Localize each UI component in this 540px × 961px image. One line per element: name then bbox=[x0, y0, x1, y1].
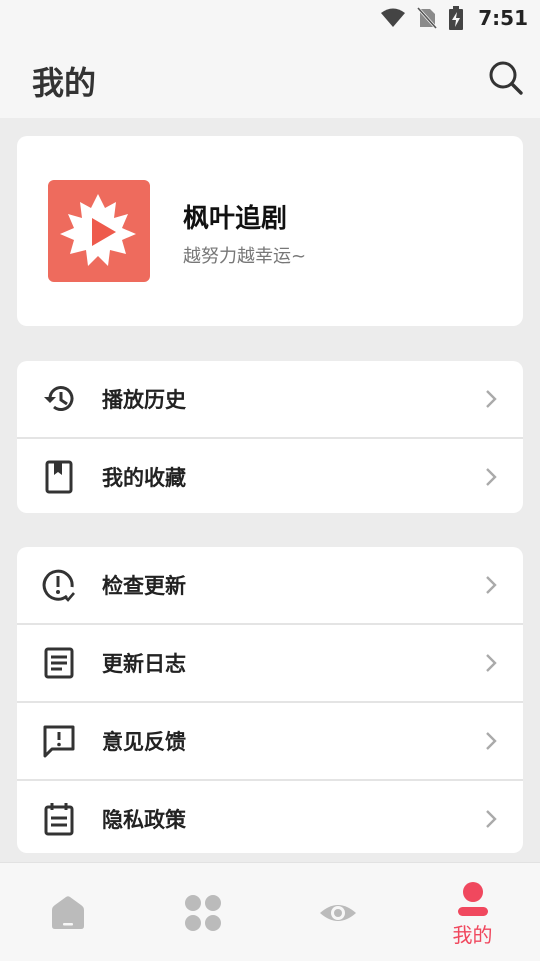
feedback-icon bbox=[43, 725, 75, 758]
menu-item-check-update[interactable]: 检查更新 bbox=[17, 547, 523, 623]
page-title: 我的 bbox=[32, 64, 97, 102]
battery-charging-icon bbox=[449, 6, 464, 30]
document-icon bbox=[44, 647, 74, 679]
wifi-icon bbox=[381, 8, 406, 27]
chevron-right-icon bbox=[486, 576, 497, 594]
menu-item-changelog[interactable]: 更新日志 bbox=[17, 623, 523, 701]
nav-tab-mine[interactable]: 我的 bbox=[405, 863, 540, 961]
menu-label: 更新日志 bbox=[102, 652, 186, 676]
menu-item-play-history[interactable]: 播放历史 bbox=[17, 361, 523, 437]
maple-leaf-play-icon bbox=[60, 194, 136, 266]
menu-group-history: 播放历史 我的收藏 bbox=[17, 361, 523, 513]
apps-icon bbox=[185, 895, 221, 931]
app-logo bbox=[48, 180, 150, 282]
update-check-icon bbox=[42, 569, 75, 602]
chevron-right-icon bbox=[486, 390, 497, 408]
nav-tab-label: 我的 bbox=[452, 923, 493, 947]
no-sim-icon bbox=[417, 6, 438, 30]
bookmark-icon bbox=[45, 460, 73, 494]
menu-label: 我的收藏 bbox=[102, 466, 186, 490]
status-time: 7:51 bbox=[478, 6, 528, 30]
menu-label: 播放历史 bbox=[102, 388, 186, 412]
search-icon bbox=[489, 61, 523, 95]
menu-item-feedback[interactable]: 意见反馈 bbox=[17, 701, 523, 779]
app-name: 枫叶追剧 bbox=[183, 204, 288, 234]
chevron-right-icon bbox=[486, 810, 497, 828]
menu-group-app: 检查更新 更新日志 意见反馈 隐私政策 bbox=[17, 547, 523, 853]
chevron-right-icon bbox=[486, 732, 497, 750]
nav-tab-categories[interactable] bbox=[135, 863, 270, 961]
profile-icon bbox=[458, 882, 488, 916]
nav-tab-home[interactable] bbox=[0, 863, 135, 961]
eye-icon bbox=[320, 905, 356, 921]
menu-label: 检查更新 bbox=[102, 574, 186, 598]
profile-card[interactable]: 枫叶追剧 越努力越幸运~ bbox=[17, 136, 523, 326]
menu-item-favorites[interactable]: 我的收藏 bbox=[17, 437, 523, 515]
menu-item-privacy-policy[interactable]: 隐私政策 bbox=[17, 779, 523, 857]
menu-label: 意见反馈 bbox=[102, 730, 186, 754]
history-icon bbox=[44, 386, 74, 411]
home-icon bbox=[52, 896, 84, 929]
bottom-nav: 我的 bbox=[0, 862, 540, 961]
chevron-right-icon bbox=[486, 468, 497, 486]
status-bar: 7:51 bbox=[0, 0, 540, 38]
search-button[interactable] bbox=[488, 60, 524, 96]
app-slogan: 越努力越幸运~ bbox=[183, 246, 307, 267]
app-bar: 我的 bbox=[0, 38, 540, 118]
calendar-note-icon bbox=[44, 803, 74, 836]
chevron-right-icon bbox=[486, 654, 497, 672]
nav-tab-watch[interactable] bbox=[270, 863, 405, 961]
menu-label: 隐私政策 bbox=[102, 808, 186, 832]
